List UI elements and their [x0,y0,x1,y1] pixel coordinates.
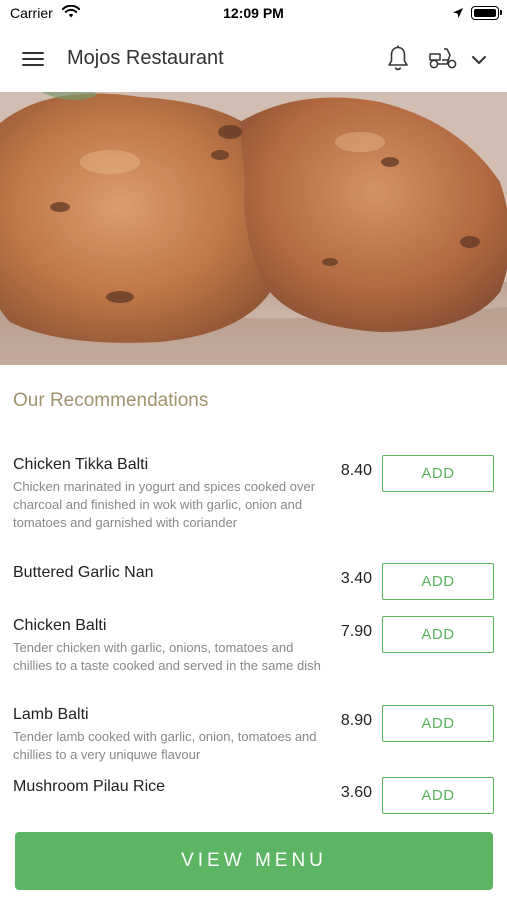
item-description: Chicken marinated in yogurt and spices c… [13,479,316,530]
item-price: 8.90 [340,712,372,729]
chevron-down-icon[interactable] [471,52,487,70]
add-button[interactable]: ADD [382,563,494,600]
item-name: Chicken Tikka Balti [13,456,149,473]
status-bar: Carrier 12:09 PM [0,0,507,28]
add-button[interactable]: ADD [382,455,494,492]
item-name: Mushroom Pilau Rice [13,778,166,795]
battery-icon [471,6,502,20]
item-price: 3.60 [340,784,372,801]
item-name: Buttered Garlic Nan [13,564,154,581]
add-button[interactable]: ADD [382,777,494,814]
item-price: 7.90 [340,623,372,640]
item-name: Lamb Balti [13,706,89,723]
item-description: Tender chicken with garlic, onions, toma… [13,640,321,673]
item-price: 8.40 [340,462,372,479]
app-header: Mojos Restaurant [0,28,507,92]
hero-food-image [0,92,507,365]
page-title: Mojos Restaurant [67,47,224,69]
recommendations-heading: Our Recommendations [13,390,209,411]
delivery-scooter-icon[interactable] [428,46,458,75]
item-description: Tender lamb cooked with garlic, onion, t… [13,729,317,762]
item-name: Chicken Balti [13,617,107,634]
menu-icon[interactable] [22,50,46,68]
location-arrow-icon [452,6,464,24]
bell-icon[interactable] [386,45,410,77]
add-button[interactable]: ADD [382,705,494,742]
clock: 12:09 PM [223,5,284,21]
add-button[interactable]: ADD [382,616,494,653]
view-menu-button[interactable]: VIEW MENU [15,832,493,890]
item-price: 3.40 [340,570,372,587]
